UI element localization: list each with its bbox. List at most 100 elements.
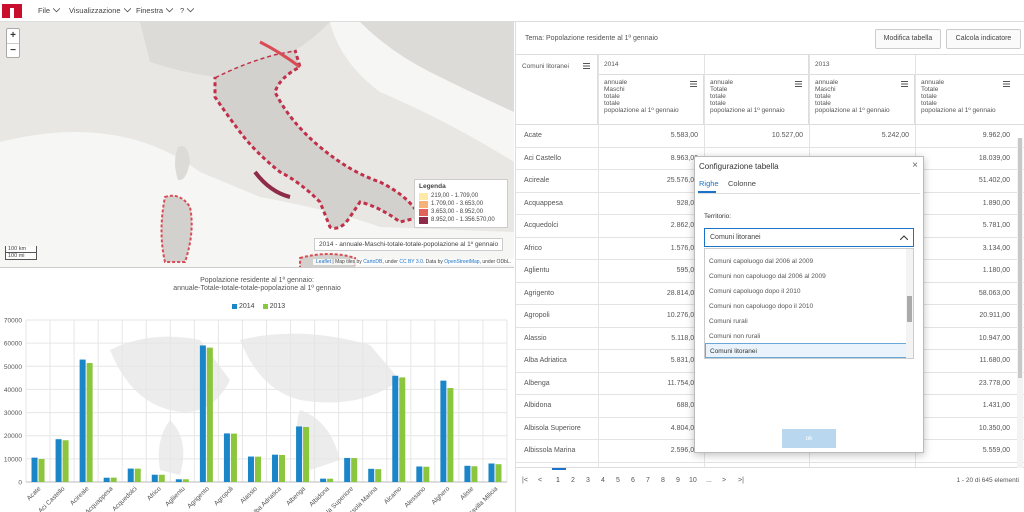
next-page-icon[interactable]: > (722, 477, 726, 484)
dropdown-option[interactable]: Comuni non rurali (705, 329, 907, 344)
page-6[interactable]: 6 (631, 477, 635, 484)
zoom-in-button[interactable]: + (7, 29, 19, 43)
hamburger-icon[interactable] (795, 81, 802, 87)
calcola-indicatore-button[interactable]: Calcola indicatore (946, 29, 1021, 49)
osm-link[interactable]: OpenStreetMap (444, 259, 479, 265)
x-tick-label: Africo (146, 485, 163, 502)
page-1[interactable]: 1 (556, 477, 560, 484)
page-7[interactable]: 7 (646, 477, 650, 484)
page-10[interactable]: 10 (689, 477, 697, 484)
bar-2013[interactable] (38, 458, 45, 482)
pager-count: 1 - 20 di 645 elementi (956, 477, 1019, 484)
cartodb-link[interactable]: CartoDB (363, 259, 382, 265)
bar-2013[interactable] (351, 458, 358, 482)
page-4[interactable]: 4 (601, 477, 605, 484)
page-8[interactable]: 8 (661, 477, 665, 484)
bar-2014[interactable] (247, 456, 254, 482)
bar-2014[interactable] (55, 439, 62, 482)
tab-colonne[interactable]: Colonne (728, 179, 756, 188)
table-scrollbar-thumb[interactable] (1018, 138, 1022, 378)
hamburger-icon[interactable] (690, 81, 697, 87)
bar-2014[interactable] (31, 457, 38, 482)
hamburger-icon[interactable] (583, 63, 590, 69)
dropdown-option[interactable]: Comuni capoluogo dal 2006 al 2009 (705, 254, 907, 269)
modifica-tabella-button[interactable]: Modifica tabella (875, 29, 941, 49)
menu-visualizzazione[interactable]: Visualizzazione (69, 6, 131, 15)
bar-2013[interactable] (134, 468, 141, 482)
bar-2014[interactable] (320, 478, 327, 482)
table-row[interactable]: Acate 5.583,00 10.527,00 5.242,00 9.962,00 (516, 125, 1024, 148)
bar-2013[interactable] (158, 474, 165, 482)
dropdown-option-selected[interactable]: Comuni litoranei (705, 343, 907, 358)
bar-2013[interactable] (86, 363, 93, 482)
page-3[interactable]: 3 (586, 477, 590, 484)
hamburger-icon[interactable] (1003, 81, 1010, 87)
bar-2014[interactable] (416, 466, 423, 482)
bar-2013[interactable] (62, 440, 69, 482)
bar-2013[interactable] (375, 469, 382, 482)
more-pages[interactable]: ... (706, 477, 712, 484)
menu-help[interactable]: ? (180, 6, 195, 15)
cell-value: 5.559,00 (982, 447, 1010, 454)
bar-2014[interactable] (127, 468, 134, 482)
bar-2013[interactable] (230, 433, 237, 482)
bar-2013[interactable] (279, 454, 286, 482)
page-5[interactable]: 5 (616, 477, 620, 484)
bar-2014[interactable] (440, 380, 447, 482)
dropdown-scrollbar[interactable] (906, 249, 913, 358)
cell-value: 595,00 (676, 267, 698, 274)
menu-file[interactable]: File (38, 6, 61, 15)
bar-2013[interactable] (327, 478, 334, 482)
tab-righe[interactable]: Righe (699, 179, 719, 188)
bar-2013[interactable] (495, 464, 502, 482)
bar-2013[interactable] (206, 347, 213, 482)
zoom-out-button[interactable]: − (7, 43, 19, 57)
bar-2014[interactable] (151, 474, 158, 482)
map-view[interactable]: + − Legenda 219,00 - 1.709,00 1.709,00 -… (0, 22, 514, 268)
dropdown-option[interactable]: Comuni non capoluogo dopo il 2010 (705, 299, 907, 314)
bar-2014[interactable] (175, 479, 182, 482)
dropdown-option[interactable]: Comuni capoluogo dopo il 2010 (705, 284, 907, 299)
leaflet-link[interactable]: Leaflet (316, 259, 331, 265)
bar-2014[interactable] (344, 457, 351, 482)
bar-2014[interactable] (296, 426, 303, 482)
bar-2013[interactable] (471, 466, 478, 482)
legend-label: 8.952,00 - 1.356.570,00 (431, 217, 495, 223)
bar-2014[interactable] (223, 433, 230, 482)
dropdown-scrollbar-thumb[interactable] (907, 296, 912, 322)
bar-2013[interactable] (303, 426, 310, 482)
page-9[interactable]: 9 (676, 477, 680, 484)
bar-2014[interactable] (392, 375, 399, 482)
first-page-icon[interactable]: |< (522, 477, 528, 484)
row-name: Albidona (524, 402, 552, 409)
menu-finestra[interactable]: Finestra (136, 6, 174, 15)
bar-2014[interactable] (79, 359, 86, 482)
x-tick-label: Agropoli (213, 485, 235, 507)
bar-2014[interactable] (103, 477, 110, 482)
ok-button[interactable]: ok (782, 429, 836, 448)
dropdown-option[interactable]: Comuni non capoluogo dal 2006 al 2009 (705, 269, 907, 284)
territorio-select[interactable]: Comuni litoranei (704, 228, 914, 247)
bar-2013[interactable] (447, 388, 454, 482)
page-2[interactable]: 2 (571, 477, 575, 484)
bar-2013[interactable] (182, 479, 189, 482)
bar-2013[interactable] (110, 477, 117, 482)
bar-2013[interactable] (399, 377, 406, 482)
dropdown-option[interactable]: Comuni rurali (705, 314, 907, 329)
chevron-down-icon (187, 8, 195, 13)
table-scrollbar[interactable] (1017, 138, 1023, 468)
close-icon[interactable]: × (912, 160, 918, 171)
column-header: annuale Totale totale totale popolazione al … (704, 75, 809, 125)
bar-2014[interactable] (272, 454, 279, 482)
bar-2014[interactable] (368, 468, 375, 482)
bar-2014[interactable] (488, 463, 495, 482)
prev-page-icon[interactable]: < (538, 477, 542, 484)
bar-2014[interactable] (464, 465, 471, 482)
bar-2013[interactable] (423, 466, 430, 482)
bar-2013[interactable] (254, 456, 261, 482)
hamburger-icon[interactable] (901, 81, 908, 87)
cell-value: 20.911,00 (979, 312, 1010, 319)
bar-2014[interactable] (199, 345, 206, 482)
last-page-icon[interactable]: >| (738, 477, 744, 484)
cc-link[interactable]: CC BY 3.0 (399, 259, 423, 265)
